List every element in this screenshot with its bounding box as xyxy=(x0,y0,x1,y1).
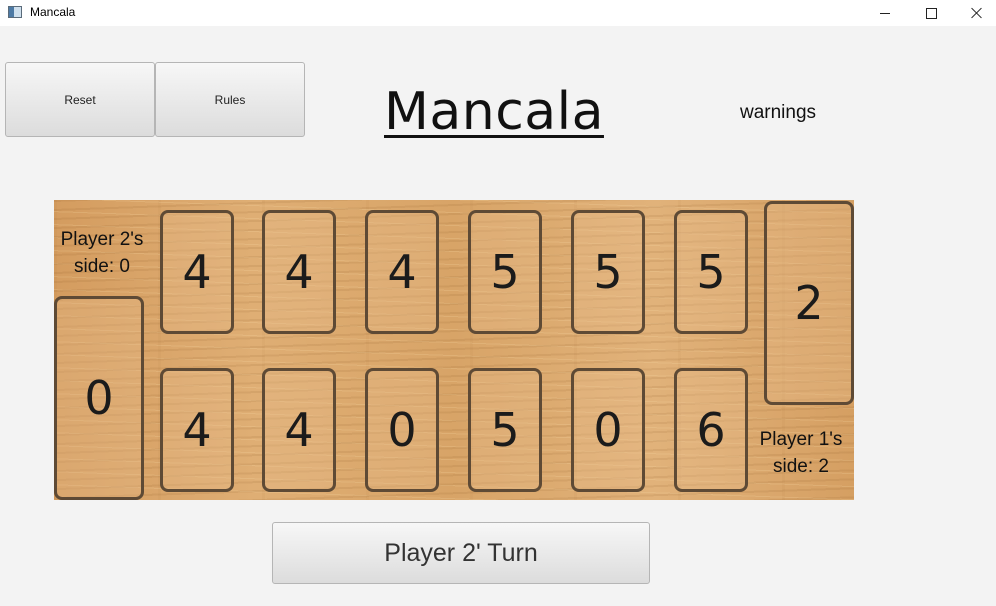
minimize-button[interactable] xyxy=(862,0,908,26)
bottom-pit-4[interactable]: 5 xyxy=(468,368,542,492)
player1-store[interactable]: 2 xyxy=(764,201,854,405)
rules-button[interactable]: Rules xyxy=(155,62,305,137)
player1-side-label-line1: Player 1's xyxy=(759,429,843,450)
player1-side-label: Player 1's side: 2 xyxy=(755,426,847,480)
mancala-board: 0 4 4 4 5 5 5 4 4 0 5 0 6 2 xyxy=(54,200,854,500)
bottom-pit-5[interactable]: 0 xyxy=(571,368,645,492)
player2-side-label: Player 2's side: 0 xyxy=(56,226,148,280)
top-pit-4[interactable]: 5 xyxy=(468,210,542,334)
window-title: Mancala xyxy=(30,5,76,19)
warnings-text: warnings xyxy=(740,102,817,123)
player1-side-label-line2: side: 2 xyxy=(773,456,829,477)
top-pit-5[interactable]: 5 xyxy=(571,210,645,334)
close-icon xyxy=(971,7,983,19)
player2-store[interactable]: 0 xyxy=(54,296,144,500)
bottom-pit-1[interactable]: 4 xyxy=(160,368,234,492)
top-pit-3[interactable]: 4 xyxy=(365,210,439,334)
top-pit-1[interactable]: 4 xyxy=(160,210,234,334)
player2-side-label-line1: Player 2's xyxy=(60,229,144,250)
bottom-pit-2[interactable]: 4 xyxy=(262,368,336,492)
bottom-pit-6[interactable]: 6 xyxy=(674,368,748,492)
player2-side-label-line2: side: 0 xyxy=(74,256,130,277)
mancala-window: Mancala Reset Rules Mancala warnings 0 4… xyxy=(0,0,996,606)
minimize-icon xyxy=(880,12,890,14)
top-pit-6[interactable]: 5 xyxy=(674,210,748,334)
top-pit-2[interactable]: 4 xyxy=(262,210,336,334)
turn-button[interactable]: Player 2' Turn xyxy=(272,522,650,584)
title-bar: Mancala xyxy=(0,0,996,26)
page-title: Mancala xyxy=(384,82,604,142)
maximize-button[interactable] xyxy=(908,0,954,26)
reset-button[interactable]: Reset xyxy=(5,62,155,137)
maximize-icon xyxy=(925,7,937,19)
close-button[interactable] xyxy=(954,0,996,26)
app-icon xyxy=(8,6,22,18)
bottom-pit-3[interactable]: 0 xyxy=(365,368,439,492)
